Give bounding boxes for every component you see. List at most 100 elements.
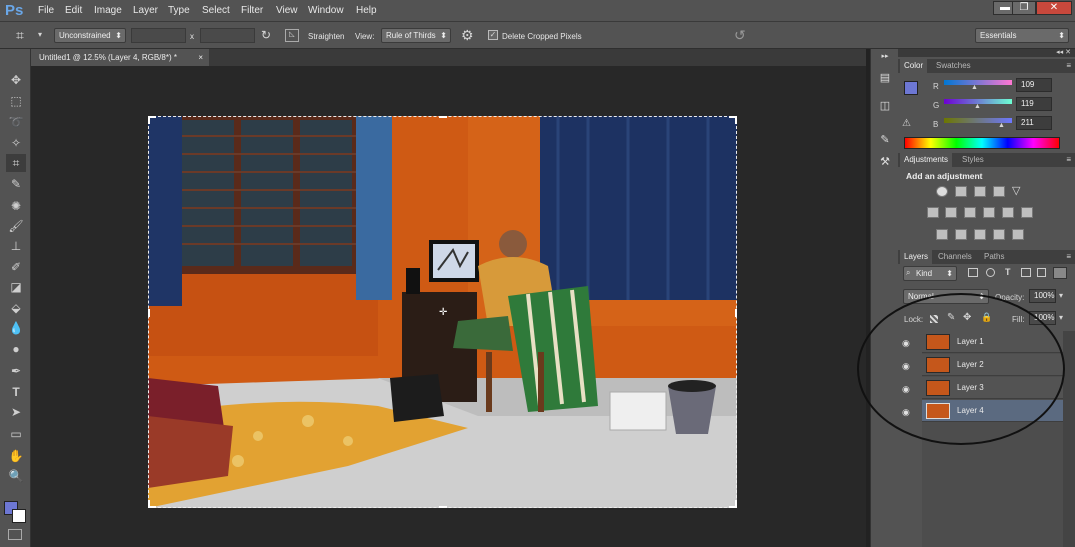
hue-saturation-icon[interactable] bbox=[927, 207, 939, 218]
menu-image[interactable]: Image bbox=[94, 5, 122, 16]
swap-icon[interactable]: ↻ bbox=[261, 28, 271, 42]
tab-paths[interactable]: Paths bbox=[980, 250, 1008, 264]
eye-icon[interactable]: ◉ bbox=[902, 384, 910, 395]
red-value-field[interactable]: 109 bbox=[1016, 78, 1052, 92]
green-value-field[interactable]: 119 bbox=[1016, 97, 1052, 111]
curves-icon[interactable] bbox=[974, 186, 986, 197]
fill-field[interactable]: 100% bbox=[1029, 311, 1056, 325]
panel-menu-icon[interactable]: ≡ bbox=[1066, 61, 1071, 70]
black-white-icon[interactable] bbox=[964, 207, 976, 218]
brush-presets-panel-icon[interactable]: ✎ bbox=[877, 133, 893, 147]
layer-row[interactable]: Layer 3 bbox=[922, 377, 1063, 399]
eraser-tool-icon[interactable]: ◪ bbox=[6, 278, 26, 296]
reset-icon[interactable]: ↺ bbox=[734, 27, 746, 44]
background-color-swatch[interactable] bbox=[12, 509, 26, 523]
tab-color[interactable]: Color bbox=[900, 59, 928, 73]
document-image[interactable] bbox=[148, 116, 737, 508]
menu-type[interactable]: Type bbox=[168, 5, 190, 16]
quick-mask-icon[interactable] bbox=[8, 529, 22, 540]
clone-stamp-tool-icon[interactable]: ⊥ bbox=[6, 237, 26, 255]
crop-width-field[interactable] bbox=[131, 28, 186, 43]
blue-value-field[interactable]: 211 bbox=[1016, 116, 1052, 130]
menu-view[interactable]: View bbox=[276, 5, 298, 16]
dodge-tool-icon[interactable]: ● bbox=[6, 340, 26, 358]
photo-filter-icon[interactable] bbox=[983, 207, 995, 218]
magic-wand-tool-icon[interactable]: ✧ bbox=[6, 134, 26, 152]
document-tab[interactable]: Untitled1 @ 12.5% (Layer 4, RGB/8*) * × bbox=[31, 49, 209, 66]
workspace-select[interactable]: Essentials bbox=[975, 28, 1069, 43]
fill-dropdown-icon[interactable]: ▾ bbox=[1059, 313, 1063, 322]
overlay-view-select[interactable]: Rule of Thirds bbox=[381, 28, 451, 43]
gradient-map-icon[interactable] bbox=[993, 229, 1005, 240]
blue-slider-thumb[interactable]: ▲ bbox=[998, 122, 1005, 129]
panel-menu-icon[interactable]: ≡ bbox=[1066, 155, 1071, 164]
vibrance-icon[interactable]: ▽ bbox=[1012, 186, 1024, 197]
hand-tool-icon[interactable]: ✋ bbox=[6, 447, 26, 465]
panel-menu-icon[interactable]: ≡ bbox=[1066, 252, 1071, 261]
eye-icon[interactable]: ◉ bbox=[902, 361, 910, 372]
layer-row[interactable]: Layer 2 bbox=[922, 354, 1063, 376]
menu-edit[interactable]: Edit bbox=[65, 5, 82, 16]
restore-button[interactable]: ❐ bbox=[1012, 1, 1036, 15]
menu-layer[interactable]: Layer bbox=[133, 5, 158, 16]
green-slider-thumb[interactable]: ▲ bbox=[974, 103, 981, 110]
tab-swatches[interactable]: Swatches bbox=[932, 59, 975, 73]
collapse-panels-icon[interactable]: ◂◂ ✕ bbox=[1056, 48, 1071, 56]
lock-all-icon[interactable]: 🔒 bbox=[981, 312, 992, 323]
eyedropper-tool-icon[interactable]: ✎ bbox=[6, 175, 26, 193]
delete-cropped-checkbox[interactable]: ✓ bbox=[488, 30, 498, 40]
straighten-icon[interactable]: ◺ bbox=[285, 29, 299, 42]
threshold-icon[interactable] bbox=[974, 229, 986, 240]
lock-transparent-pixels-icon[interactable] bbox=[930, 315, 938, 323]
selective-color-icon[interactable] bbox=[1012, 229, 1024, 240]
filter-shape-icon[interactable] bbox=[1021, 268, 1031, 277]
filter-type-icon[interactable]: T bbox=[1005, 267, 1011, 277]
rectangle-tool-icon[interactable]: ▭ bbox=[6, 425, 26, 443]
properties-panel-icon[interactable]: ◫ bbox=[877, 99, 893, 113]
history-panel-icon[interactable]: ▤ bbox=[877, 71, 893, 85]
menu-select[interactable]: Select bbox=[202, 5, 230, 16]
tab-channels[interactable]: Channels bbox=[934, 250, 976, 264]
zoom-tool-icon[interactable]: 🔍 bbox=[6, 467, 26, 485]
eye-icon[interactable]: ◉ bbox=[902, 407, 910, 418]
menu-filter[interactable]: Filter bbox=[241, 5, 263, 16]
type-tool-icon[interactable]: T bbox=[6, 383, 26, 401]
filter-toggle-icon[interactable] bbox=[1053, 267, 1067, 279]
lock-image-pixels-icon[interactable]: ✎ bbox=[947, 312, 955, 323]
brush-tool-icon[interactable]: 🖌 bbox=[6, 217, 26, 235]
invert-icon[interactable] bbox=[936, 229, 948, 240]
straighten-label[interactable]: Straighten bbox=[308, 32, 344, 41]
collapse-dock-icon[interactable]: ▸▸ bbox=[877, 52, 893, 66]
close-document-icon[interactable]: × bbox=[198, 49, 203, 66]
exposure-icon[interactable] bbox=[993, 186, 1005, 197]
move-tool-icon[interactable]: ✥ bbox=[6, 71, 26, 89]
crop-tool-icon[interactable]: ⌗ bbox=[6, 154, 26, 172]
red-slider[interactable] bbox=[944, 80, 1012, 85]
crop-ratio-select[interactable]: Unconstrained bbox=[54, 28, 126, 43]
channel-mixer-icon[interactable] bbox=[1002, 207, 1014, 218]
brightness-contrast-icon[interactable] bbox=[936, 186, 948, 197]
layer-row[interactable]: Layer 1 bbox=[922, 331, 1063, 353]
tool-presets-panel-icon[interactable]: ⚒ bbox=[877, 155, 893, 169]
path-selection-tool-icon[interactable]: ➤ bbox=[6, 403, 26, 421]
color-lookup-icon[interactable] bbox=[1021, 207, 1033, 218]
color-balance-icon[interactable] bbox=[945, 207, 957, 218]
blur-tool-icon[interactable]: 💧 bbox=[6, 319, 26, 337]
tab-adjustments[interactable]: Adjustments bbox=[900, 153, 953, 167]
tab-layers[interactable]: Layers bbox=[900, 250, 933, 264]
red-slider-thumb[interactable]: ▲ bbox=[971, 84, 978, 91]
menu-window[interactable]: Window bbox=[308, 5, 344, 16]
pen-tool-icon[interactable]: ✒ bbox=[6, 362, 26, 380]
filter-smart-object-icon[interactable] bbox=[1037, 268, 1046, 277]
marquee-tool-icon[interactable]: ⬚ bbox=[6, 92, 26, 110]
crop-height-field[interactable] bbox=[200, 28, 255, 43]
eye-icon[interactable]: ◉ bbox=[902, 338, 910, 349]
layers-scrollbar[interactable] bbox=[1063, 331, 1075, 547]
tab-styles[interactable]: Styles bbox=[958, 153, 988, 167]
menu-help[interactable]: Help bbox=[356, 5, 377, 16]
layer-filter-kind-select[interactable]: Kind bbox=[903, 266, 957, 281]
posterize-icon[interactable] bbox=[955, 229, 967, 240]
paint-bucket-tool-icon[interactable]: ⬙ bbox=[6, 299, 26, 317]
layer-row[interactable]: Layer 4 bbox=[922, 400, 1063, 422]
color-panel-foreground[interactable] bbox=[904, 81, 918, 95]
